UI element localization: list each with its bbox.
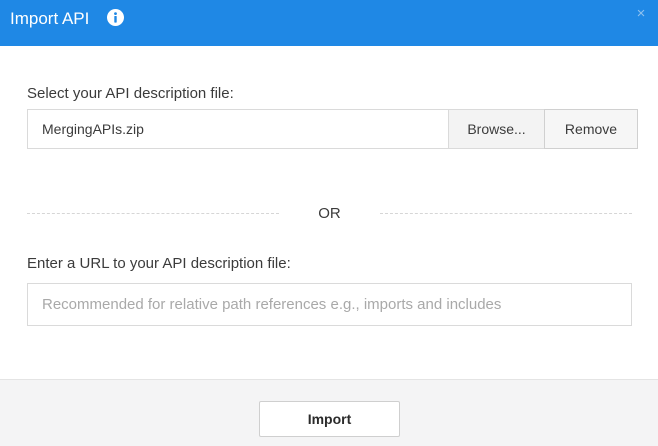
dialog-header: Import API × (0, 0, 658, 46)
close-icon[interactable]: × (634, 6, 648, 22)
dialog-title: Import API (10, 9, 90, 28)
file-label: Select your API description file: (27, 85, 234, 102)
url-input[interactable] (27, 283, 632, 326)
browse-button[interactable]: Browse... (448, 109, 545, 149)
import-api-dialog: Import API × Select your API description… (0, 0, 658, 446)
or-separator: OR (318, 205, 341, 222)
file-name-value: MergingAPIs.zip (42, 121, 144, 137)
import-button[interactable]: Import (259, 401, 400, 437)
dialog-footer: Import (0, 379, 658, 446)
divider-left (27, 213, 279, 214)
divider-right (380, 213, 632, 214)
file-name-field[interactable]: MergingAPIs.zip (27, 109, 448, 149)
url-label: Enter a URL to your API description file… (27, 255, 291, 272)
remove-button[interactable]: Remove (544, 109, 638, 149)
info-icon[interactable] (107, 9, 124, 26)
